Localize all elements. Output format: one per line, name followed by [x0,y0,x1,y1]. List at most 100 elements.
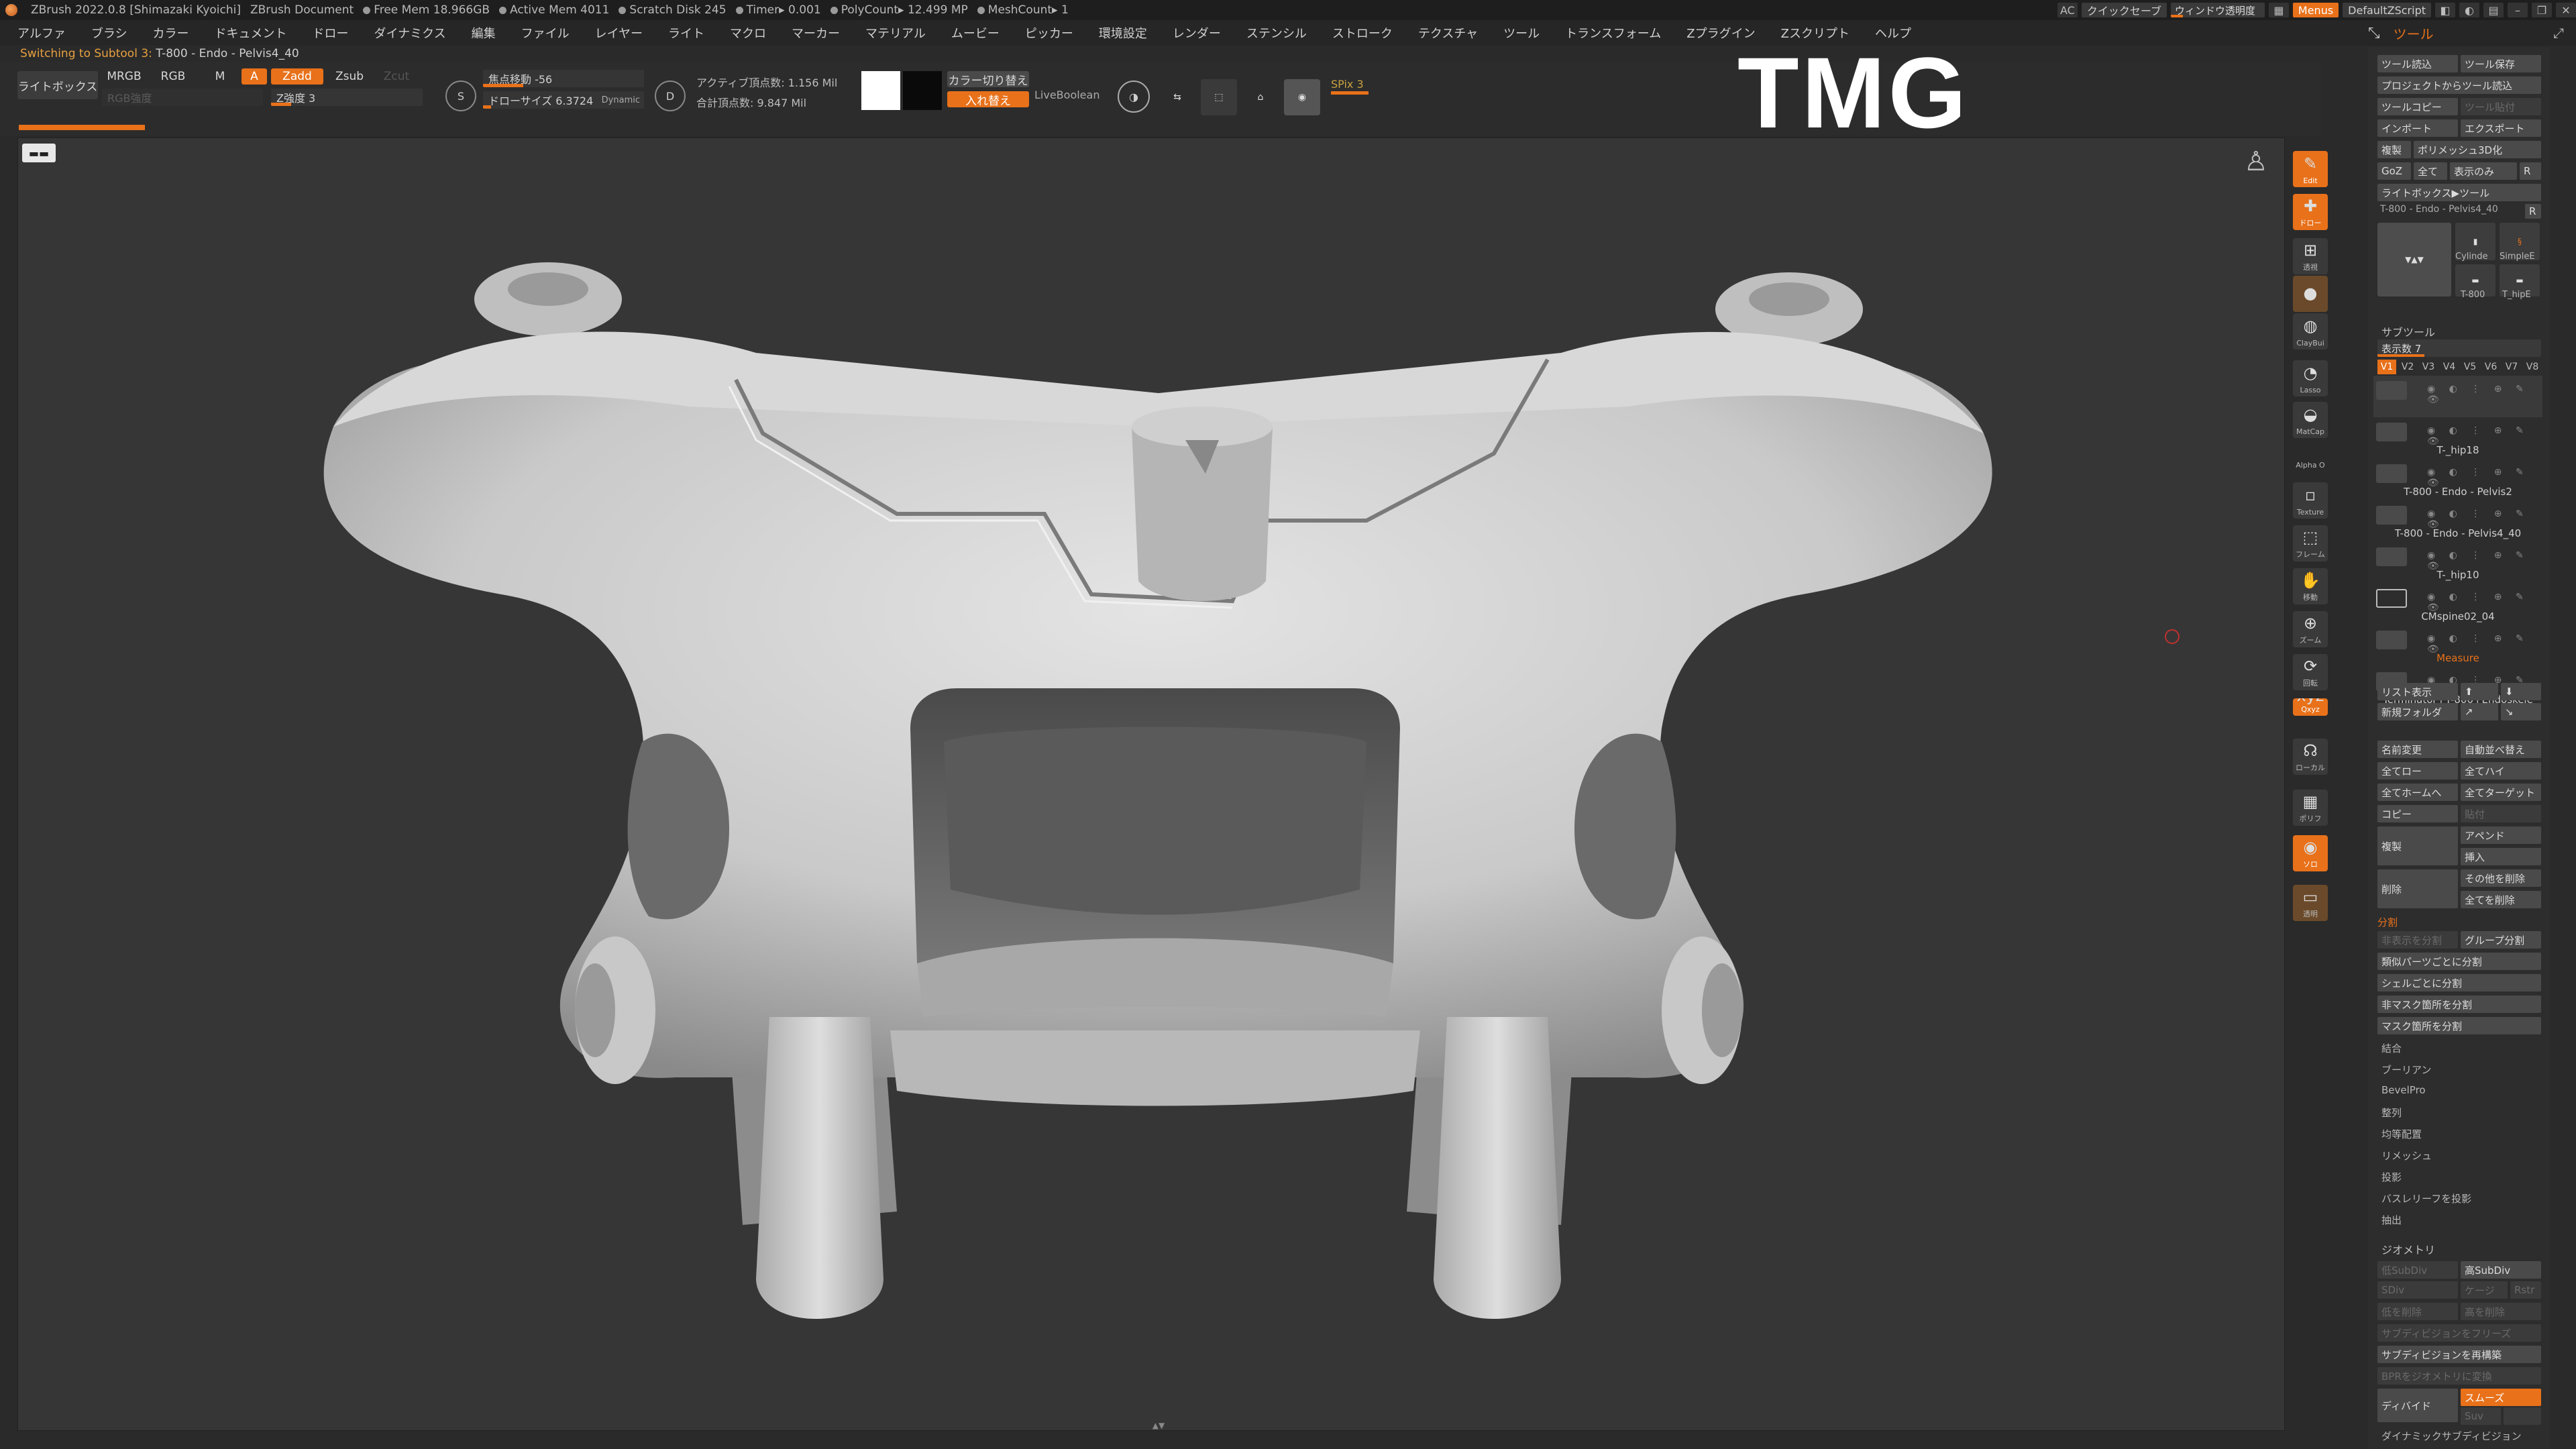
menu-item[interactable]: ブラシ [91,24,127,42]
reconstruct-subdiv-button[interactable]: サブディビジョンを再構築 [2377,1346,2541,1363]
delete-all-button[interactable]: 全てを削除 [2461,891,2541,908]
subtool-row[interactable]: ◉ ◐ ⋮ ⊕ ✎ 👁 T-_hip10 [2373,542,2542,584]
shelf-xyz-button[interactable]: xyzQxyz [2293,698,2328,716]
spix-slider[interactable] [1331,91,1368,95]
dynamic-subdiv-section[interactable]: ダイナミックサブディビジョン [2381,1429,2522,1443]
zcut-button[interactable]: Zcut [376,68,417,85]
restore-icon[interactable]: ❐ [2532,3,2552,17]
menu-item[interactable]: レンダー [1173,24,1221,42]
split-hidden-button[interactable]: 非表示を分割 [2377,931,2458,949]
default-zscript-button[interactable]: DefaultZScript [2343,3,2431,17]
shelf-claybuildup-button[interactable]: ◍ ClayBui [2293,313,2328,350]
load-from-project-button[interactable]: プロジェクトからツール読込 [2377,76,2541,94]
minimize-icon[interactable]: – [2508,3,2528,17]
suv-toggle[interactable]: Suv [2461,1407,2501,1425]
zsub-button[interactable]: Zsub [326,68,373,85]
delete-other-button[interactable]: その他を削除 [2461,869,2541,887]
visible-count-slider[interactable]: 表示数 7 [2377,339,2541,357]
copy-subtool-button[interactable]: コピー [2377,805,2458,822]
rstr-button[interactable]: Rstr [2510,1281,2541,1299]
project-section[interactable]: 投影 [2381,1170,2402,1184]
main-color-swatch[interactable] [861,71,900,110]
del-lower-button[interactable]: 低を削除 [2377,1303,2458,1320]
app-logo-icon[interactable] [5,4,21,16]
sdiv-slider[interactable]: SDiv [2377,1281,2458,1299]
secondary-color-swatch[interactable] [903,71,942,110]
export-button[interactable]: エクスポート [2461,119,2541,137]
cage-button[interactable]: ケージ [2461,1281,2508,1299]
z-intensity-slider[interactable]: Z強度 3 [271,89,423,106]
split-similar-button[interactable]: 類似パーツごとに分割 [2377,953,2541,970]
shelf-frame-button[interactable]: ⬚ フレーム [2293,525,2328,561]
subtool-row[interactable]: ◉ ◐ ⋮ ⊕ ✎ 👁 Measure [2373,625,2542,667]
menu-item[interactable]: トランスフォーム [1565,24,1661,42]
menu-item[interactable]: アルファ [17,24,66,42]
extract-section[interactable]: 抽出 [2381,1213,2402,1227]
menu-item[interactable]: 環境設定 [1099,24,1147,42]
current-tool-r-button[interactable]: R [2525,204,2541,219]
shelf-alpha-button[interactable]: Alpha O [2293,453,2328,472]
ac-icon[interactable]: AC [2057,3,2078,17]
menu-item[interactable]: マーカー [792,24,840,42]
arrow-up-right-button[interactable]: ↗ [2461,703,2498,720]
menu-item[interactable]: ダイナミクス [374,24,445,42]
frame-icon[interactable]: ⬚ [1201,79,1237,115]
subtool-section-header[interactable]: サブツール [2368,323,2549,339]
import-button[interactable]: インポート [2377,119,2458,137]
menu-item[interactable]: ドキュメント [214,24,286,42]
freeze-subdiv-button[interactable]: サブディビジョンをフリーズ [2377,1324,2541,1342]
delete-button[interactable]: 削除 [2377,869,2458,908]
append-button[interactable]: アペンド [2461,826,2541,844]
subtool-row[interactable]: ◉ ◐ ⋮ ⊕ ✎ 👁 [2373,376,2542,417]
shelf-lasso-button[interactable]: ◔ Lasso [2293,360,2328,396]
move-down-button[interactable]: ⬇ [2501,683,2541,700]
menu-item[interactable]: ストローク [1332,24,1393,42]
all-to-home-button[interactable]: 全てホームへ [2377,784,2458,801]
version-tab[interactable]: V3 [2419,360,2438,374]
polyframe-sphere-icon[interactable]: ◑ [1118,80,1150,113]
switch-color-button[interactable]: カラー切り替え [947,71,1029,88]
current-tool-thumbnail[interactable]: ▼▲▼ [2377,223,2451,297]
shelf-edit-button[interactable]: ✎ Edit [2293,151,2328,187]
version-tab[interactable]: V5 [2461,360,2479,374]
duplicate-button[interactable]: 複製 [2377,826,2458,865]
menu-item[interactable]: マテリアル [865,24,926,42]
menu-item[interactable]: 編集 [472,24,496,42]
menu-item[interactable]: マクロ [730,24,766,42]
load-tool-button[interactable]: ツール読込 [2377,55,2458,72]
menu-item[interactable]: ドロー [312,24,348,42]
insert-button[interactable]: 挿入 [2461,848,2541,865]
tool-collapse-icon[interactable]: ⤢ [2553,25,2564,41]
shelf-scale-button[interactable]: ⊕ ズーム [2293,611,2328,647]
floor-mannequin-icon[interactable]: ♙ [2244,146,2271,186]
version-tab[interactable]: V2 [2398,360,2417,374]
subtool-row[interactable]: ◉ ◐ ⋮ ⊕ ✎ 👁 CMspine02_04 [2373,584,2542,625]
make-polymesh-button[interactable]: ポリメッシュ3D化 [2414,141,2541,158]
shelf-texture-button[interactable]: ▫ Texture [2293,482,2328,519]
split-shells-button[interactable]: シェルごとに分割 [2377,974,2541,991]
geometry-section-header[interactable]: ジオメトリ [2368,1241,2549,1257]
rgb-intensity-slider[interactable]: RGB強度 [102,89,263,106]
menu-item[interactable]: ツール [1503,24,1540,42]
lock-icon[interactable]: ⌂ [1242,79,1279,115]
menu-item[interactable]: テクスチャ [1418,24,1478,42]
transp-icon[interactable]: ⇆ [1159,79,1195,115]
menu-item[interactable]: ムービー [951,24,1000,42]
layout-icon[interactable]: ◧ [2435,3,2455,17]
distribute-section[interactable]: 均等配置 [2381,1127,2422,1141]
shelf-matcap-button[interactable]: ◒ MatCap [2293,402,2328,438]
save-tool-button[interactable]: ツール保存 [2461,55,2541,72]
goz-r-button[interactable]: R [2520,162,2541,180]
shelf-transp-button[interactable]: ▭ 透明 [2293,885,2328,921]
goz-visible-button[interactable]: 表示のみ [2450,162,2517,180]
menu-item[interactable]: ファイル [521,24,570,42]
split-masked-button[interactable]: マスク箇所を分割 [2377,1017,2541,1034]
divide-button[interactable]: ディバイド [2377,1389,2458,1422]
shelf-rotate-button[interactable]: ⟳ 回転 [2293,654,2328,690]
menus-button[interactable]: Menus [2292,3,2339,17]
shelf-perspective-button[interactable]: ⊞ 透視 [2293,238,2328,274]
rename-button[interactable]: 名前変更 [2377,741,2458,758]
split-section-header[interactable]: 分割 [2377,915,2398,929]
version-tab[interactable]: V7 [2502,360,2521,374]
bpr-render-icon[interactable]: ◉ [1284,79,1320,115]
